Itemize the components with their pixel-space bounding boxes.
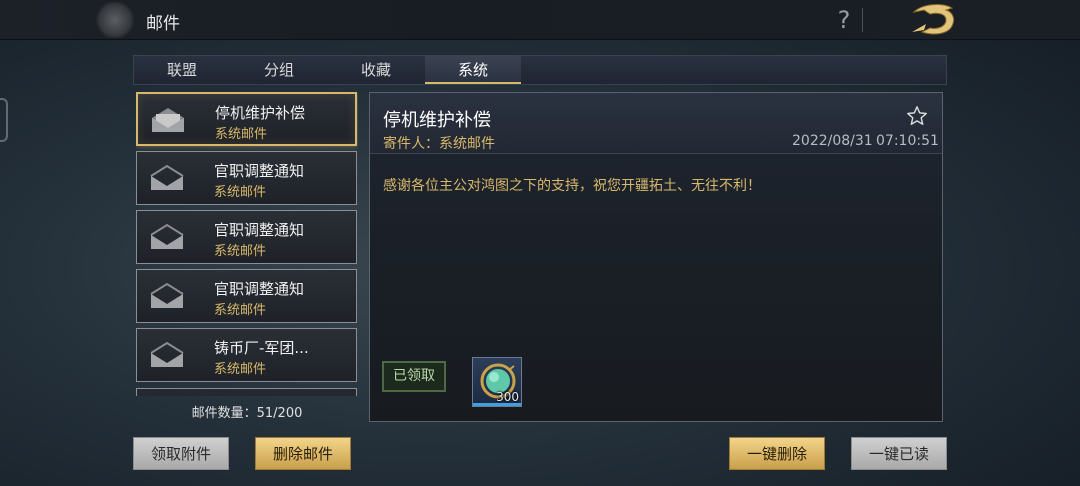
mail-detail-header: 停机维护补偿 寄件人：系统邮件 2022/08/31 07:10:51: [370, 93, 942, 154]
page-title: 邮件: [146, 14, 180, 34]
mail-list[interactable]: 停机维护补偿 系统邮件 官职调整通知 系统邮件 官职调整通知 系统邮件 官职调整…: [136, 92, 358, 396]
mail-sender: 系统邮件: [214, 303, 267, 318]
mail-detail-body: 感谢各位主公对鸿图之下的支持，祝您开疆拓土、无往不利！: [383, 178, 761, 194]
mail-detail-panel: 停机维护补偿 寄件人：系统邮件 2022/08/31 07:10:51 感谢各位…: [369, 92, 943, 422]
mail-sender: 系统邮件: [215, 127, 268, 142]
mail-list-item[interactable]: 官职调整通知 系统邮件: [136, 210, 357, 264]
top-bar: 邮件 ?: [0, 0, 1080, 40]
mail-list-item[interactable]: 官职调整通知 系统邮件: [136, 151, 357, 205]
mail-title: 官职调整通知: [214, 280, 305, 298]
mail-sender: 系统邮件: [214, 244, 267, 259]
mail-detail-sender: 寄件人：系统邮件: [383, 136, 495, 152]
tab-alliance[interactable]: 联盟: [134, 56, 230, 84]
tab-favorites[interactable]: 收藏: [328, 56, 424, 84]
mail-title: 官职调整通知: [214, 162, 305, 180]
mail-detail-title: 停机维护补偿: [383, 110, 491, 131]
back-button[interactable]: [908, 2, 960, 38]
mail-list-item[interactable]: 铸币厂-军团... 系统邮件: [136, 328, 357, 382]
open-envelope-icon: [150, 282, 184, 308]
mail-emblem-icon: [96, 2, 134, 38]
dragon-back-icon: [912, 4, 955, 35]
mail-count: 邮件数量：51/200: [191, 406, 303, 421]
reward-count: 300: [496, 390, 519, 404]
delete-all-button[interactable]: 一键删除: [729, 437, 825, 470]
tab-group[interactable]: 分组: [231, 56, 327, 84]
claim-attachments-button[interactable]: 领取附件: [133, 437, 229, 470]
mail-detail-time: 07:10:51: [876, 133, 939, 149]
mail-sender: 系统邮件: [214, 185, 267, 200]
open-envelope-icon: [150, 341, 184, 367]
open-envelope-icon: [150, 223, 184, 249]
read-all-button[interactable]: 一键已读: [851, 437, 947, 470]
mail-title: 铸币厂-军团...: [214, 339, 309, 357]
open-envelope-icon: [152, 108, 184, 132]
mail-list-item[interactable]: 官职调整通知 系统邮件: [136, 269, 357, 323]
delete-mail-button[interactable]: 删除邮件: [255, 437, 351, 470]
side-drawer-handle[interactable]: [0, 98, 8, 142]
tab-system[interactable]: 系统: [425, 56, 521, 84]
mail-list-item-partial[interactable]: [136, 388, 357, 396]
open-envelope-icon: [150, 164, 184, 190]
mail-title: 官职调整通知: [214, 221, 305, 239]
mail-list-item[interactable]: 停机维护补偿 系统邮件: [136, 92, 357, 146]
favorite-star-icon[interactable]: [906, 105, 928, 127]
mail-tab-bar: 联盟 分组 收藏 系统: [133, 55, 947, 85]
claimed-badge: 已领取: [382, 361, 446, 392]
top-divider: [862, 8, 863, 32]
mail-detail-date: 2022/08/31: [792, 133, 873, 149]
help-button[interactable]: ?: [832, 5, 856, 35]
mail-title: 停机维护补偿: [215, 104, 306, 122]
mail-sender: 系统邮件: [214, 362, 267, 377]
reward-item[interactable]: 300: [472, 357, 522, 407]
